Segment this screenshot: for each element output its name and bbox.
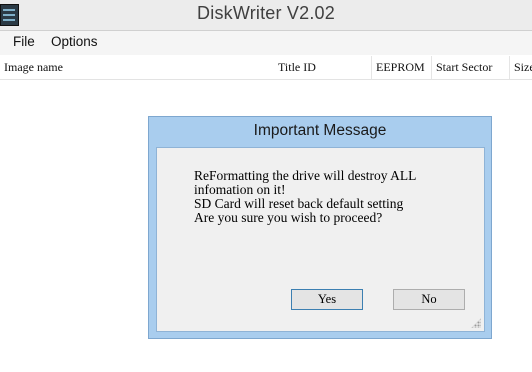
message-line: ReFormatting the drive will destroy ALL <box>194 168 417 183</box>
menu-bar: File Options <box>0 31 532 55</box>
table-header: Image name Title ID EEPROM Start Sector … <box>0 56 532 80</box>
column-header-title-id[interactable]: Title ID <box>274 56 371 79</box>
message-line: Are you sure you wish to proceed? <box>194 210 383 225</box>
important-message-dialog: Important Message ReFormatting the drive… <box>148 116 492 339</box>
menu-options[interactable]: Options <box>51 34 98 49</box>
menu-file[interactable]: File <box>13 34 35 49</box>
column-header-size[interactable]: Size <box>509 56 532 79</box>
message-line: SD Card will reset back default setting <box>194 196 404 211</box>
window-title: DiskWriter V2.02 <box>197 3 335 23</box>
message-line: infomation on it! <box>194 182 286 197</box>
no-button[interactable]: No <box>393 289 465 310</box>
column-header-start-sector[interactable]: Start Sector <box>431 56 509 79</box>
dialog-body: ReFormatting the drive will destroy ALL … <box>156 147 485 332</box>
dialog-title: Important Message <box>253 122 387 139</box>
yes-button[interactable]: Yes <box>291 289 363 310</box>
resize-grip-icon[interactable] <box>471 318 481 328</box>
column-header-eeprom[interactable]: EEPROM <box>371 56 431 79</box>
title-bar: DiskWriter V2.02 <box>0 0 532 31</box>
column-header-image-name[interactable]: Image name <box>0 56 274 79</box>
